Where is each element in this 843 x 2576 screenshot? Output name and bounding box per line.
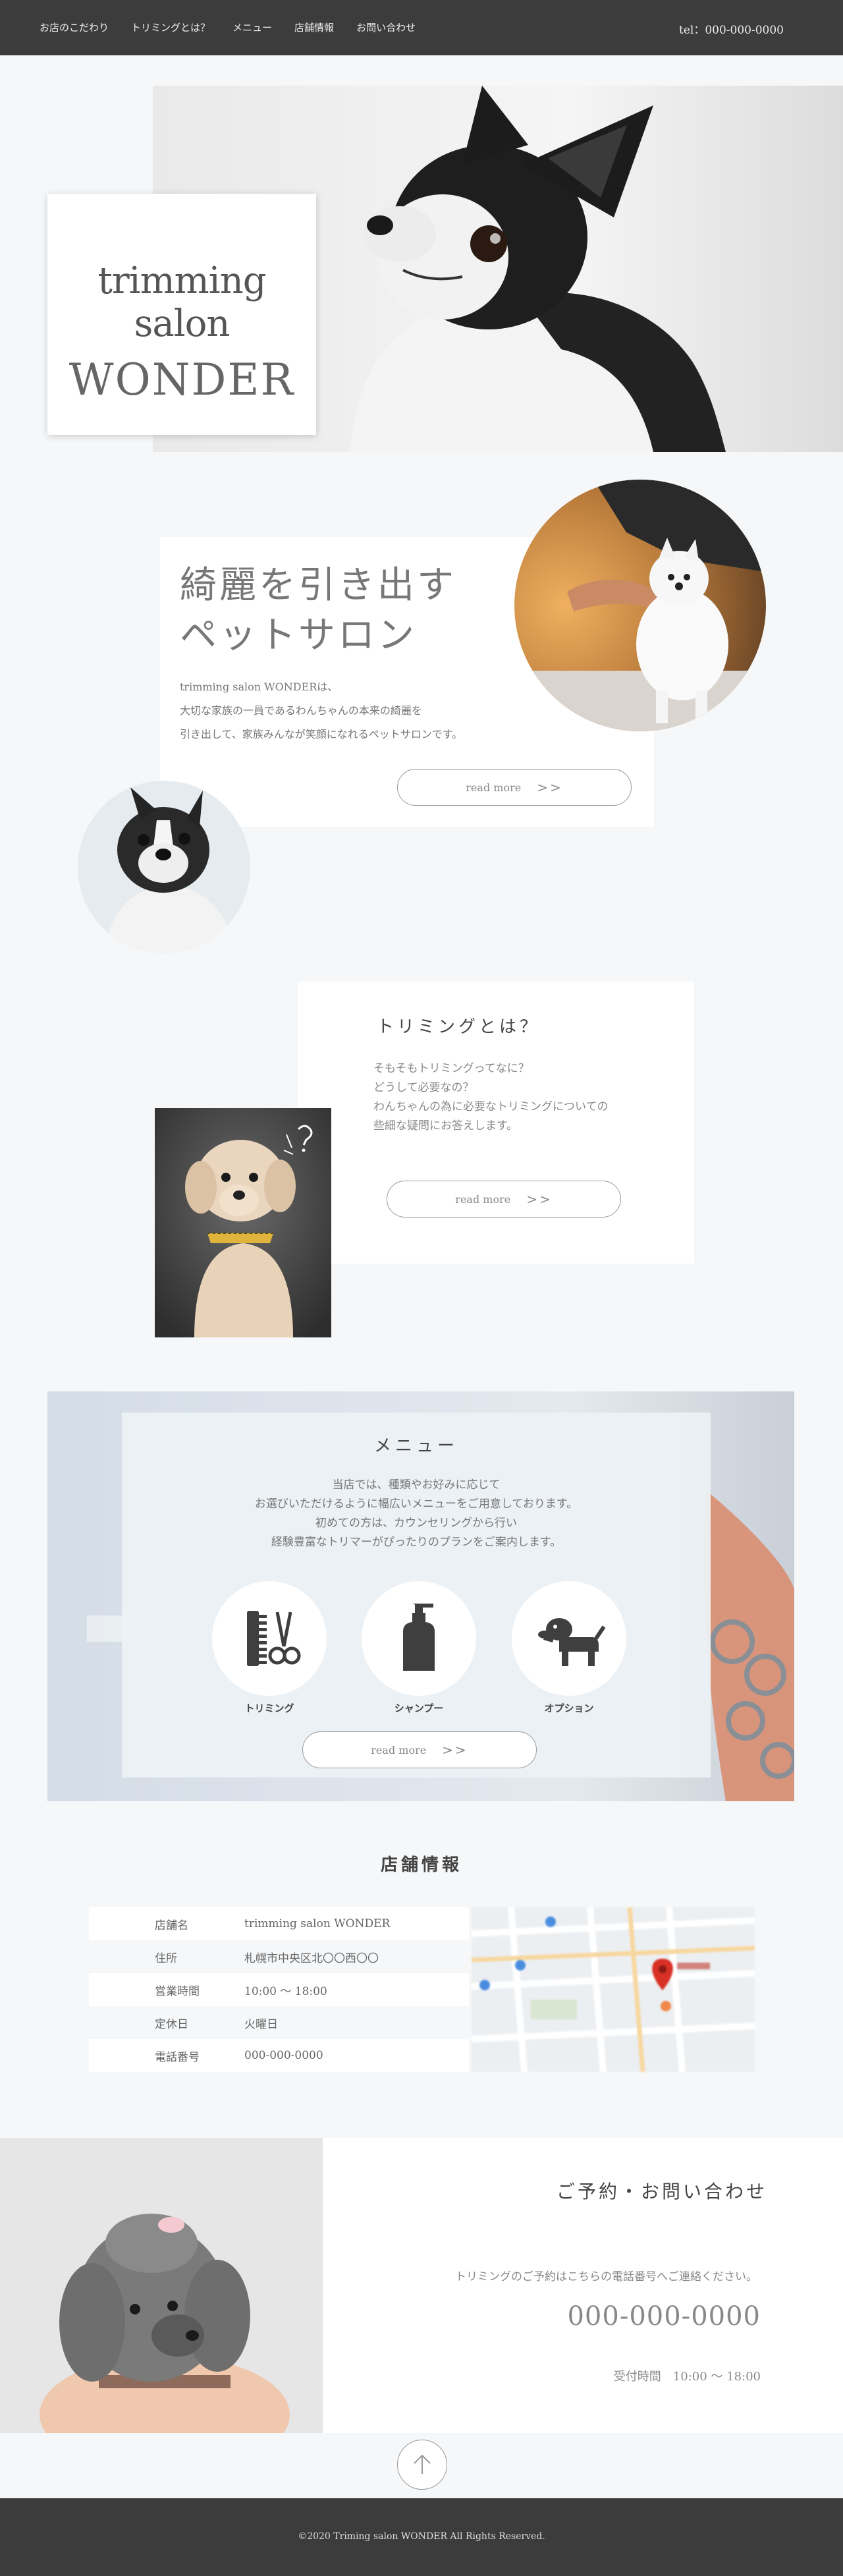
global-nav: お店のこだわり トリミングとは？ メニュー 店舗情報 お問い合わせ: [40, 20, 416, 34]
menu-item-trimming[interactable]: [212, 1581, 327, 1696]
trimming-body-line: どうして必要なの？: [373, 1081, 474, 1094]
menu-item-option[interactable]: [512, 1581, 626, 1696]
row-value: trimming salon WONDER: [244, 1917, 391, 1930]
menu-body-line: 初めての方は、カウンセリングから行い: [315, 1517, 517, 1530]
contact-phone-number[interactable]: 000-000-0000: [567, 2301, 761, 2332]
row-value: 10:00 〜 18:00: [244, 1984, 327, 1998]
shop-info-title: 店舗情報: [380, 1855, 462, 1875]
hero-title-line1: trimming salon: [97, 260, 266, 345]
contact-title: ご予約・お問い合わせ: [556, 2181, 767, 2202]
row-value: 000-000-0000: [244, 2049, 323, 2062]
about-read-more-button[interactable]: read more >>: [397, 769, 632, 806]
curious-dog-photo: [155, 1108, 331, 1337]
table-row: 住所 札幌市中央区北〇〇西〇〇: [89, 1940, 469, 1973]
table-row: 営業時間 10:00 〜 18:00: [89, 1973, 469, 2006]
row-key: 店舗名: [155, 1918, 188, 1932]
menu-item-shampoo[interactable]: [362, 1581, 476, 1696]
hero-title-line2: WONDER: [68, 354, 295, 405]
about-body-line: trimming salon WONDERは、: [180, 681, 339, 693]
about-body: trimming salon WONDERは、 大切な家族の一員であるわんちゃん…: [180, 675, 462, 746]
row-key: 住所: [155, 1951, 177, 1965]
menu-title: メニュー: [373, 1436, 458, 1456]
about-heading-line2: ペットサロン: [180, 614, 417, 657]
trimming-body-line: そもそもトリミングってなに？: [373, 1062, 530, 1075]
back-to-top-button[interactable]: [397, 2440, 447, 2490]
trimming-body: そもそもトリミングってなに？ どうして必要なの？ わんちゃんの為に必要なトリミン…: [373, 1059, 609, 1136]
menu-read-more-button[interactable]: read more >>: [302, 1731, 537, 1768]
nav-item-commitment[interactable]: お店のこだわり: [40, 20, 109, 34]
dog-icon: [538, 1618, 605, 1666]
arrow-right-icon: >>: [526, 1191, 553, 1207]
contact-panel: ご予約・お問い合わせ トリミングのご予約はこちらの電話番号へご連絡ください。 0…: [323, 2138, 843, 2433]
nav-item-trimming[interactable]: トリミングとは？: [131, 20, 210, 34]
bulldog-photo: [78, 781, 250, 953]
shop-map[interactable]: [472, 1907, 755, 2072]
menu-body-line: 経験豊富なトリマーがぴったりのプランをご案内します。: [271, 1536, 562, 1549]
menu-body-line: 当店では、種類やお好みに応じて: [332, 1478, 501, 1492]
comb-scissors-icon: [247, 1611, 301, 1666]
button-label: read more: [371, 1743, 427, 1756]
row-key: 電話番号: [155, 2050, 200, 2064]
about-body-line: 大切な家族の一員であるわんちゃんの本来の綺麗を: [180, 704, 422, 717]
button-label: read more: [466, 781, 522, 794]
about-heading-line1: 綺麗を引き出す: [180, 564, 456, 607]
menu-body: 当店では、種類やお好みに応じて お選びいただけるように幅広いメニューをご用意して…: [122, 1476, 711, 1552]
row-key: 定休日: [155, 2017, 188, 2031]
arrow-up-icon: [414, 2454, 431, 2474]
table-row: 電話番号 000-000-0000: [89, 2039, 469, 2072]
table-row: 定休日 火曜日: [89, 2006, 469, 2039]
trimming-title: トリミングとは？: [377, 1017, 541, 1037]
nav-item-menu[interactable]: メニュー: [232, 20, 272, 34]
arrow-right-icon: >>: [537, 779, 563, 795]
button-label: read more: [455, 1192, 511, 1206]
nav-item-shop-info[interactable]: 店舗情報: [294, 20, 334, 34]
arrow-right-icon: >>: [442, 1742, 468, 1758]
site-footer: ©2020 Triming salon WONDER All Rights Re…: [0, 2498, 843, 2576]
row-value: 火曜日: [244, 2017, 278, 2031]
about-heading: 綺麗を引き出す ペットサロン: [180, 561, 456, 661]
menu-item-label: トリミング: [244, 1702, 294, 1714]
nav-item-contact[interactable]: お問い合わせ: [356, 20, 416, 34]
copyright-text: ©2020 Triming salon WONDER All Rights Re…: [298, 2531, 545, 2542]
row-value: 札幌市中央区北〇〇西〇〇: [244, 1951, 379, 1965]
poodle-photo: [0, 2138, 323, 2433]
trimming-body-line: わんちゃんの為に必要なトリミングについての: [373, 1100, 609, 1113]
menu-card: メニュー 当店では、種類やお好みに応じて お選びいただけるように幅広いメニューを…: [122, 1413, 711, 1778]
menu-item-label: オプション: [544, 1702, 594, 1714]
menu-body-line: お選びいただけるように幅広いメニューをご用意しております。: [254, 1498, 578, 1511]
about-body-line: 引き出して、家族みんなが笑顔になれるペットサロンです。: [180, 728, 463, 741]
shampoo-bottle-icon: [403, 1604, 435, 1671]
hero-title-card: trimming salon WONDER: [47, 194, 316, 435]
trimming-card: トリミングとは？ そもそもトリミングってなに？ どうして必要なの？ わんちゃんの…: [298, 982, 694, 1264]
shop-info-table: 店舗名 trimming salon WONDER 住所 札幌市中央区北〇〇西〇…: [89, 1907, 469, 2072]
groomer-photo: [514, 480, 766, 731]
contact-note: トリミングのご予約はこちらの電話番号へご連絡ください。: [455, 2270, 757, 2283]
header-tel: tel：000-000-0000: [679, 24, 784, 37]
table-row: 店舗名 trimming salon WONDER: [89, 1907, 469, 1940]
contact-hours: 受付時間 10:00 〜 18:00: [613, 2370, 761, 2384]
trimming-body-line: 些細な疑問にお答えします。: [373, 1119, 518, 1133]
menu-item-label: シャンプー: [394, 1702, 444, 1714]
site-header: お店のこだわり トリミングとは？ メニュー 店舗情報 お問い合わせ tel：00…: [0, 0, 843, 55]
row-key: 営業時間: [155, 1984, 200, 1998]
trimming-read-more-button[interactable]: read more >>: [387, 1181, 621, 1218]
